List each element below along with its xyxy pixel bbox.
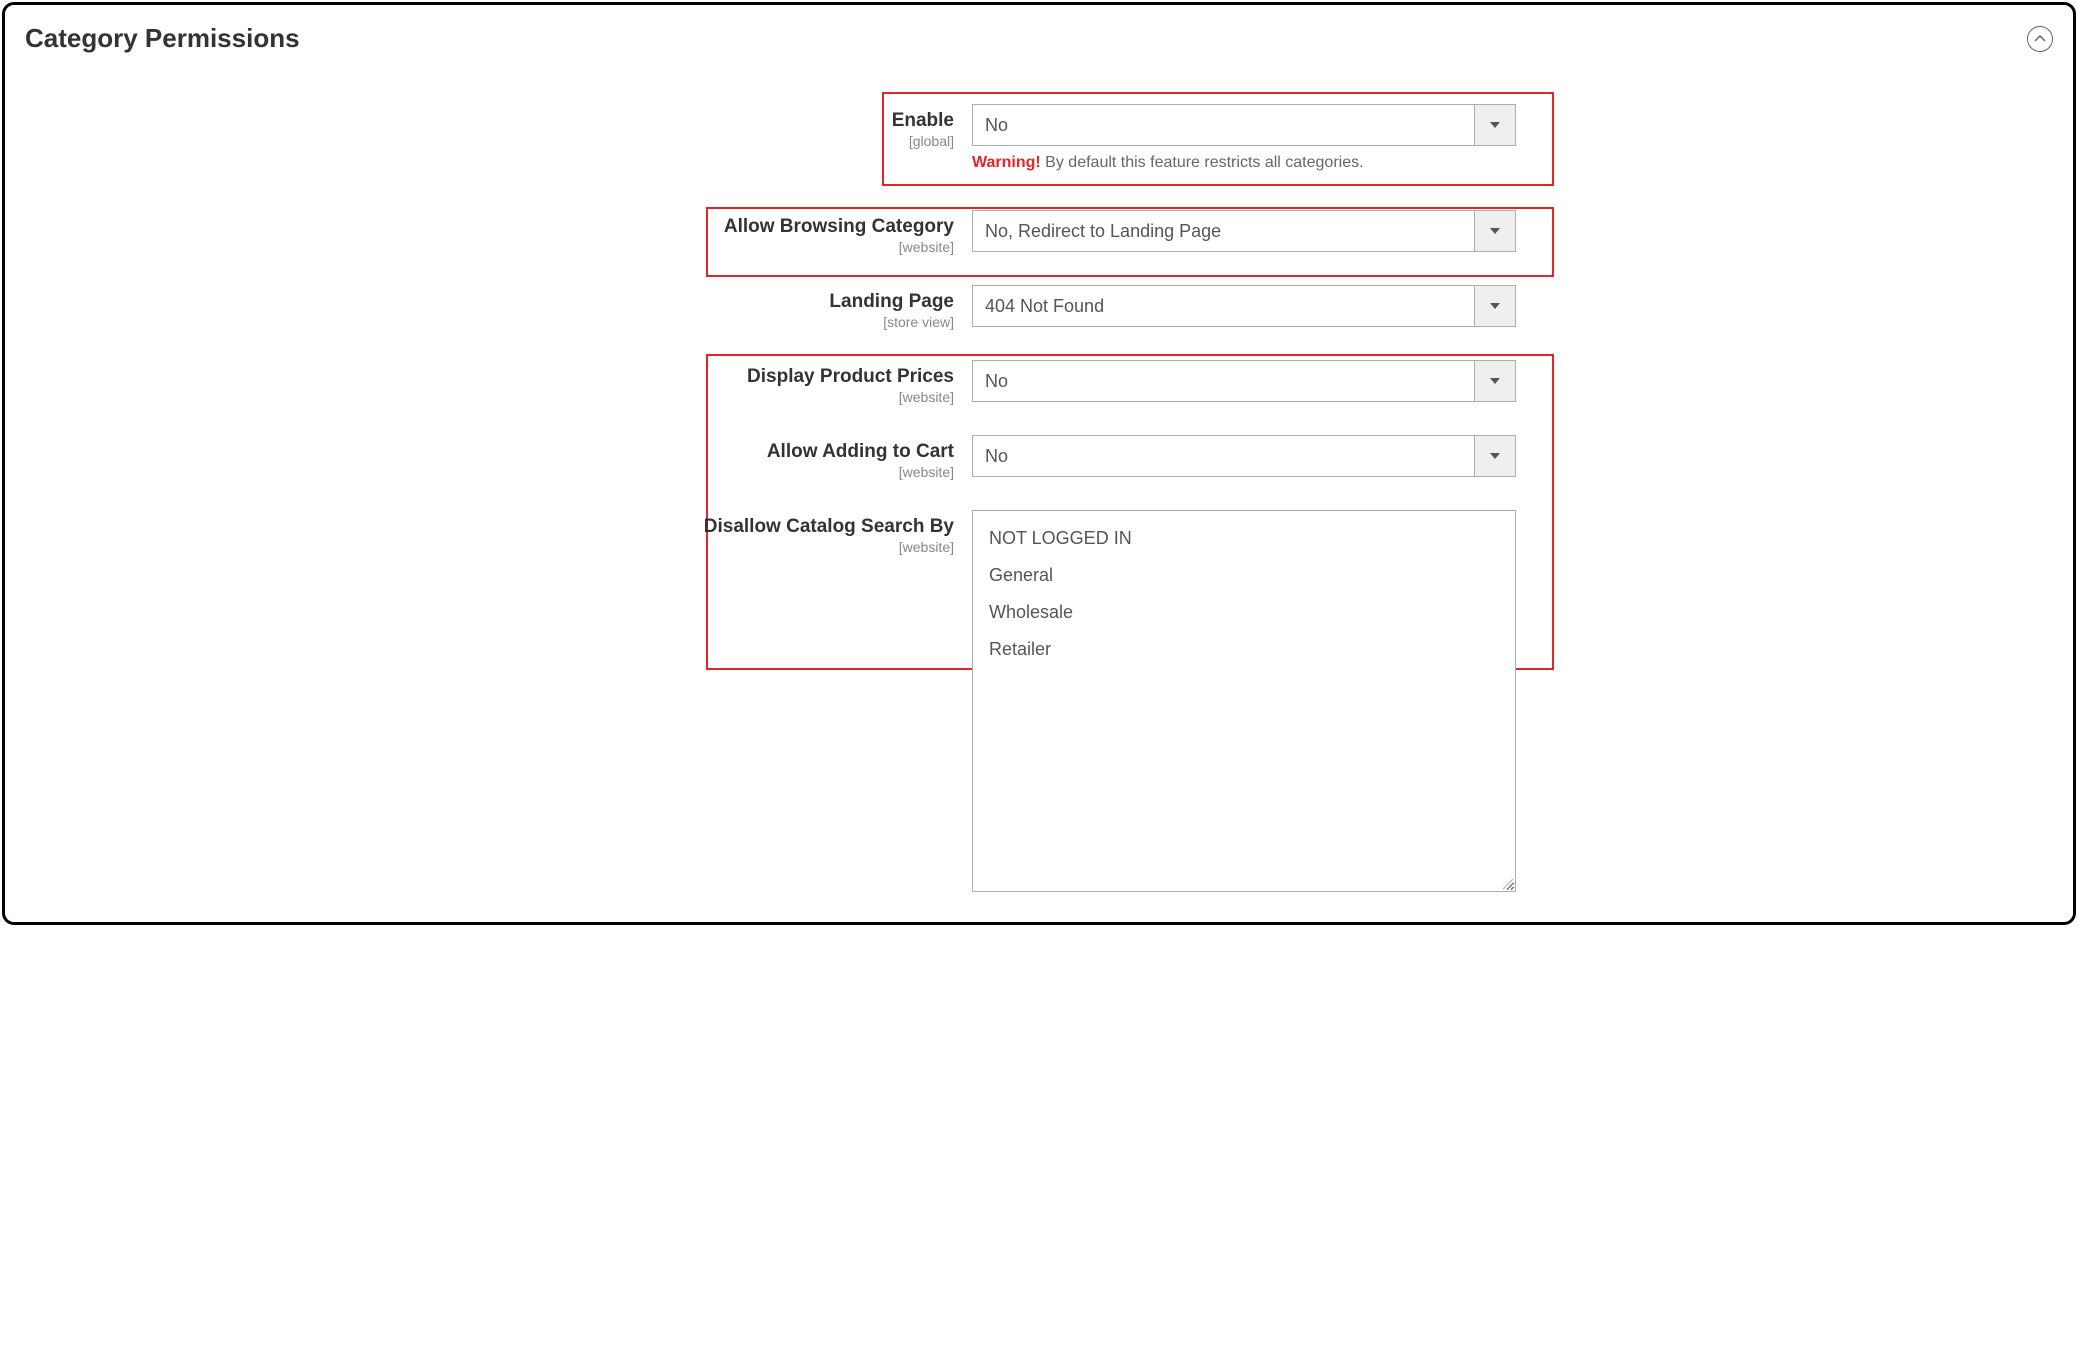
landing-page-select[interactable]: 404 Not Found	[972, 285, 1516, 327]
multiselect-option[interactable]: Retailer	[987, 634, 1501, 665]
enable-warning-note: Warning! By default this feature restric…	[972, 154, 1516, 172]
label-wrap: Disallow Catalog Search By [website]	[524, 510, 972, 555]
disallow-search-scope: [website]	[524, 539, 954, 555]
field-control: 404 Not Found	[972, 285, 1516, 327]
allow-add-cart-scope: [website]	[524, 464, 954, 480]
enable-select-value: No	[972, 104, 1474, 146]
multiselect-option[interactable]: NOT LOGGED IN	[987, 523, 1501, 554]
caret-down-icon	[1490, 378, 1500, 384]
form-area: Enable [global] No Warning! By default t…	[524, 104, 1554, 892]
field-control: No	[972, 435, 1516, 477]
landing-page-select-value: 404 Not Found	[972, 285, 1474, 327]
panel-header: Category Permissions	[25, 23, 2053, 54]
field-control: No Warning! By default this feature rest…	[972, 104, 1516, 172]
label-wrap: Allow Adding to Cart [website]	[524, 435, 972, 480]
caret-down-icon	[1490, 228, 1500, 234]
allow-add-cart-select-value: No	[972, 435, 1474, 477]
chevron-up-icon	[2034, 35, 2046, 43]
field-row-disallow-search: Disallow Catalog Search By [website] NOT…	[524, 510, 1554, 892]
field-row-enable: Enable [global] No Warning! By default t…	[524, 104, 1554, 172]
label-wrap: Enable [global]	[524, 104, 972, 149]
field-row-allow-add-cart: Allow Adding to Cart [website] No	[524, 435, 1554, 480]
field-control: No, Redirect to Landing Page	[972, 210, 1516, 252]
caret-down-icon	[1490, 453, 1500, 459]
field-row-display-prices: Display Product Prices [website] No	[524, 360, 1554, 405]
caret-down-icon	[1490, 122, 1500, 128]
display-prices-scope: [website]	[524, 389, 954, 405]
collapse-toggle[interactable]	[2027, 26, 2053, 52]
label-wrap: Landing Page [store view]	[524, 285, 972, 330]
label-wrap: Display Product Prices [website]	[524, 360, 972, 405]
panel-title: Category Permissions	[25, 23, 300, 54]
allow-browsing-scope: [website]	[524, 239, 954, 255]
multiselect-option[interactable]: General	[987, 560, 1501, 591]
allow-add-cart-select-button[interactable]	[1474, 435, 1516, 477]
display-prices-select-button[interactable]	[1474, 360, 1516, 402]
resize-handle-icon[interactable]	[1501, 877, 1513, 889]
display-prices-select-value: No	[972, 360, 1474, 402]
allow-add-cart-select[interactable]: No	[972, 435, 1516, 477]
multiselect-option[interactable]: Wholesale	[987, 597, 1501, 628]
landing-page-scope: [store view]	[524, 314, 954, 330]
allow-browsing-select[interactable]: No, Redirect to Landing Page	[972, 210, 1516, 252]
category-permissions-panel: Category Permissions Enable [global] No	[2, 2, 2076, 925]
caret-down-icon	[1490, 303, 1500, 309]
allow-browsing-select-button[interactable]	[1474, 210, 1516, 252]
display-prices-label: Display Product Prices	[524, 366, 954, 388]
enable-select[interactable]: No	[972, 104, 1516, 146]
disallow-search-multiselect[interactable]: NOT LOGGED IN General Wholesale Retailer	[972, 510, 1516, 892]
field-row-landing-page: Landing Page [store view] 404 Not Found	[524, 285, 1554, 330]
warning-prefix: Warning!	[972, 154, 1041, 171]
allow-add-cart-label: Allow Adding to Cart	[524, 441, 954, 463]
landing-page-label: Landing Page	[524, 291, 954, 313]
enable-label: Enable	[524, 110, 954, 132]
warning-text: By default this feature restricts all ca…	[1041, 154, 1364, 171]
enable-scope: [global]	[524, 133, 954, 149]
enable-select-button[interactable]	[1474, 104, 1516, 146]
display-prices-select[interactable]: No	[972, 360, 1516, 402]
field-row-allow-browsing: Allow Browsing Category [website] No, Re…	[524, 210, 1554, 255]
label-wrap: Allow Browsing Category [website]	[524, 210, 972, 255]
disallow-search-label: Disallow Catalog Search By	[524, 516, 954, 538]
allow-browsing-select-value: No, Redirect to Landing Page	[972, 210, 1474, 252]
landing-page-select-button[interactable]	[1474, 285, 1516, 327]
field-control: NOT LOGGED IN General Wholesale Retailer	[972, 510, 1516, 892]
allow-browsing-label: Allow Browsing Category	[524, 216, 954, 238]
field-control: No	[972, 360, 1516, 402]
